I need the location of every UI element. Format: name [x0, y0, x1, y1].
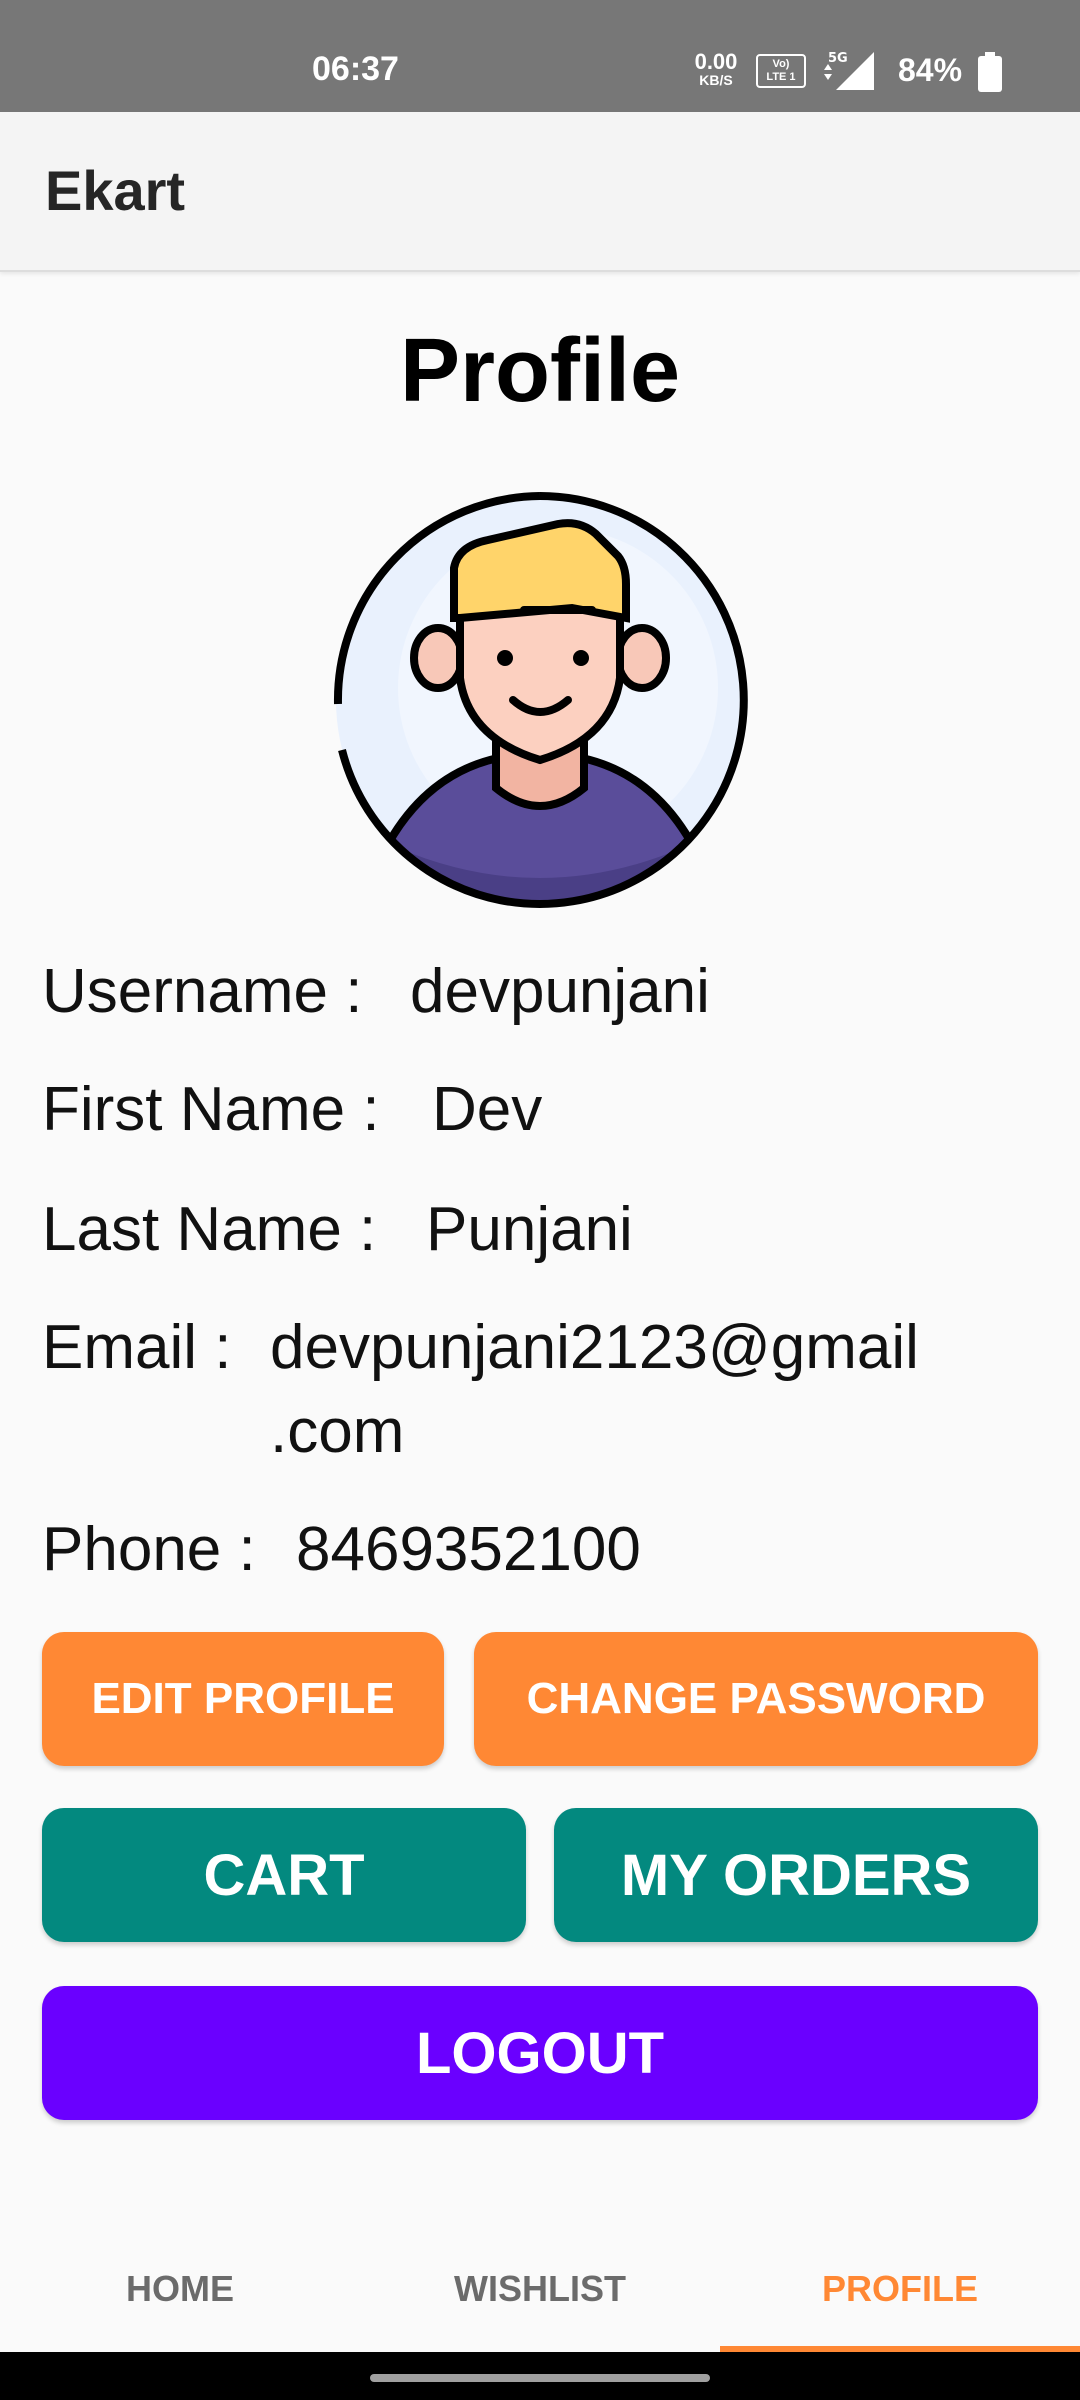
nav-item-home[interactable]: HOME [0, 2226, 360, 2352]
signal-icon: 5G [824, 51, 874, 90]
app-bar: Ekart [0, 112, 1080, 272]
email-value-line2: .com [270, 1397, 405, 1466]
volte-line2: LTE 1 [766, 71, 796, 83]
volte-line1: Vo) [772, 58, 790, 70]
status-time: 06:37 [312, 50, 399, 88]
network-speed-value: 0.00 [694, 49, 738, 74]
bottom-navigation: HOME WISHLIST PROFILE [0, 2226, 1080, 2352]
change-password-button[interactable]: CHANGE PASSWORD [474, 1632, 1038, 1766]
battery-icon [978, 52, 1002, 92]
edit-profile-button[interactable]: EDIT PROFILE [42, 1632, 444, 1766]
email-value-line1: devpunjani2123@gmail [270, 1313, 919, 1382]
network-speed-unit: KB/S [699, 72, 733, 88]
first-name-value: Dev [432, 1075, 543, 1144]
battery-percent: 84% [898, 52, 963, 88]
email-label: Email : [42, 1313, 232, 1382]
first-name-label: First Name : [42, 1075, 380, 1144]
username-value: devpunjani [410, 957, 710, 1026]
logout-button[interactable]: LOGOUT [42, 1986, 1038, 2120]
phone-value: 8469352100 [296, 1515, 641, 1584]
user-avatar-icon [333, 492, 748, 908]
network-speed: 0.00 KB/S [690, 49, 742, 89]
cart-button[interactable]: CART [42, 1808, 526, 1942]
status-bar: 06:37 0.00 KB/S Vo) LTE 1 5G 84% [0, 0, 1080, 112]
volte-icon: Vo) LTE 1 [756, 54, 806, 88]
nav-item-profile[interactable]: PROFILE [720, 2226, 1080, 2352]
last-name-label: Last Name : [42, 1195, 377, 1264]
my-orders-button[interactable]: MY ORDERS [554, 1808, 1038, 1942]
network-type: 5G [828, 51, 848, 66]
app-title: Ekart [45, 159, 186, 222]
nav-item-wishlist[interactable]: WISHLIST [360, 2226, 720, 2352]
page-title: Profile [399, 321, 681, 421]
last-name-value: Punjani [426, 1195, 633, 1264]
home-gesture-handle[interactable] [370, 2374, 710, 2382]
phone-label: Phone : [42, 1515, 256, 1584]
username-label: Username : [42, 957, 363, 1026]
